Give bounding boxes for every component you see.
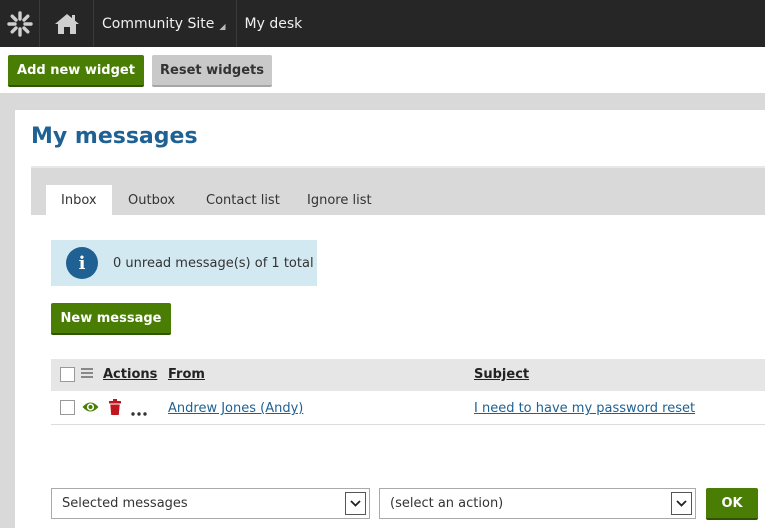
widget-title: My messages [31,124,198,149]
add-new-widget-button[interactable]: Add new widget [8,55,144,87]
info-message: i 0 unread message(s) of 1 total [51,240,317,286]
row-checkbox[interactable] [60,400,75,415]
site-selector-label: Community Site [102,15,215,32]
info-icon: i [66,247,98,279]
view-icon[interactable] [82,400,99,418]
chevron-down-icon [345,492,366,515]
column-menu-icon[interactable] [81,368,93,380]
top-navigation-bar: Community Site ◢ My desk [0,0,765,47]
message-sender-link[interactable]: Andrew Jones (Andy) [168,401,303,416]
reset-widgets-button[interactable]: Reset widgets [152,55,272,87]
column-header-from[interactable]: From [168,367,205,382]
select-all-checkbox[interactable] [60,367,75,382]
site-selector[interactable]: Community Site ◢ [94,0,237,47]
home-icon[interactable] [40,0,94,47]
ok-button[interactable]: OK [706,488,758,520]
unread-count-text: 0 unread message(s) of 1 total [113,255,314,271]
kentico-logo-icon[interactable] [0,0,40,47]
widget-toolbar: Add new widget Reset widgets [0,47,765,93]
tab-ignore-list[interactable]: Ignore list [292,185,387,217]
tab-inbox[interactable]: Inbox [46,185,112,217]
caret-down-icon: ◢ [219,21,226,31]
column-header-actions: Actions [103,367,158,382]
tab-outbox[interactable]: Outbox [113,185,190,217]
my-desk-link[interactable]: My desk [237,0,311,47]
tab-contact-list[interactable]: Contact list [191,185,295,217]
selection-scope-value: Selected messages [62,496,188,511]
delete-icon[interactable] [109,399,121,419]
new-message-button[interactable]: New message [51,303,171,335]
message-subject-link[interactable]: I need to have my password reset [474,401,695,416]
chevron-down-icon [671,492,692,515]
column-header-subject[interactable]: Subject [474,367,529,382]
bulk-action-value: (select an action) [390,496,504,511]
more-actions-icon[interactable] [131,405,147,420]
table-header: Actions From Subject [51,359,765,391]
selection-scope-select[interactable]: Selected messages [51,488,370,519]
table-row: Andrew Jones (Andy) I need to have my pa… [51,391,765,425]
tab-bar: Inbox Outbox Contact list Ignore list [31,166,765,217]
bulk-action-select[interactable]: (select an action) [379,488,696,519]
